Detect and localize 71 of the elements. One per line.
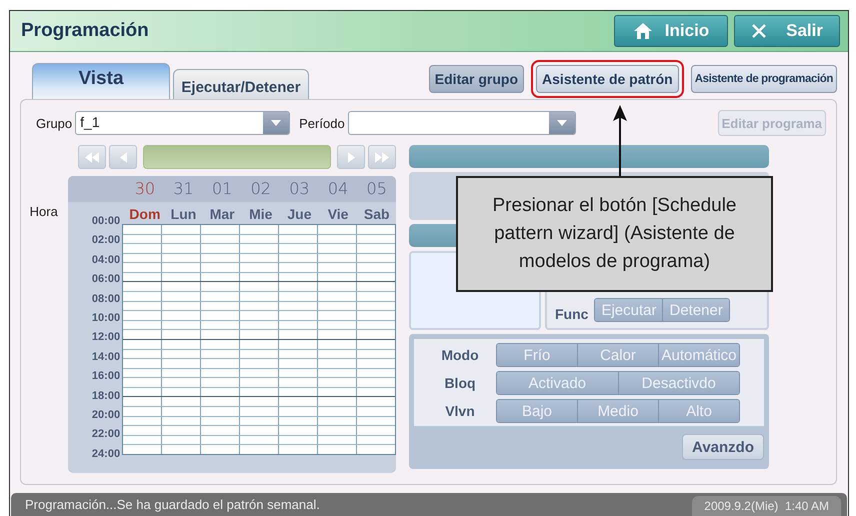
setting-label: Vlvn <box>444 403 476 419</box>
callout-text: Presionar el botón [Schedule pattern wizard] (Asistente de modelos de programa) <box>492 194 738 274</box>
weekday-label: Dom <box>128 205 162 224</box>
last-button[interactable] <box>368 145 396 169</box>
option-button[interactable]: Frío <box>497 344 578 366</box>
right-arrow-icon <box>348 152 354 162</box>
time-label: 06:00 <box>92 273 120 286</box>
day-date: 05 <box>366 178 388 200</box>
time-label: 22:00 <box>92 428 120 440</box>
previous-button[interactable] <box>109 145 137 169</box>
time-label: 18:00 <box>92 390 120 402</box>
exit-button[interactable]: Salir <box>734 15 840 47</box>
window-title: Programación <box>21 20 149 42</box>
hour-label: Hora <box>28 203 59 221</box>
schedule-grid[interactable] <box>122 224 396 455</box>
time-label: 04:00 <box>92 254 120 266</box>
time-label: 08:00 <box>92 292 120 305</box>
house-icon <box>632 22 653 40</box>
option-button[interactable]: Automático <box>659 344 739 366</box>
day-date: 31 <box>172 178 195 200</box>
double-right-arrow-icon <box>375 152 389 162</box>
weekday-label: Mar <box>208 205 236 224</box>
setting-label: Func <box>555 306 588 322</box>
tab[interactable]: Vista <box>32 63 170 99</box>
field-label: Grupo <box>36 116 72 130</box>
weekday-label: Jue <box>286 205 312 224</box>
close-icon <box>751 23 767 39</box>
weekday-label: Sab <box>362 205 391 224</box>
time-label: 16:00 <box>92 370 120 382</box>
first-button[interactable] <box>78 145 106 169</box>
time-label: 12:00 <box>92 331 120 344</box>
advanced-button[interactable]: Avanzdo <box>682 434 764 460</box>
day-date: 04 <box>326 178 350 200</box>
weekday-label: Lun <box>170 205 198 224</box>
time-label: 14:00 <box>92 350 120 363</box>
dropdown-arrow-icon <box>556 120 567 126</box>
option-button[interactable]: Ejecutar <box>595 299 664 321</box>
double-left-arrow-icon <box>85 152 99 162</box>
group-dropdown[interactable]: f_1 <box>75 111 290 135</box>
option-button[interactable]: Activado <box>497 372 618 394</box>
option-button[interactable]: Detener <box>663 299 729 321</box>
status-message: Programación...Se ha guardado el patrón semanal. <box>25 497 320 512</box>
time-label: 24:00 <box>92 448 120 460</box>
day-date: 02 <box>250 178 272 200</box>
next-button[interactable] <box>337 145 365 169</box>
time-label: 00:00 <box>92 215 120 227</box>
option-button[interactable]: Bajo <box>497 400 578 422</box>
date-time: 2009.9.2(Mie) 1:40 AM <box>692 496 841 516</box>
toolbar-button[interactable]: Editar grupo <box>428 65 524 93</box>
day-date: 01 <box>210 178 234 200</box>
tab[interactable]: Ejecutar/Detener <box>173 69 309 99</box>
time-label: 02:00 <box>92 234 120 246</box>
setting-label: Modo <box>440 347 480 363</box>
weekday-label: Vie <box>326 205 350 224</box>
weekday-label: Mie <box>248 205 274 224</box>
toolbar-button[interactable]: Asistente de programación <box>690 65 837 93</box>
option-button[interactable]: Medio <box>578 400 659 422</box>
period-dropdown[interactable] <box>348 111 576 135</box>
toolbar-button[interactable]: Asistente de patrón <box>536 65 679 93</box>
option-button[interactable]: Calor <box>578 344 659 366</box>
dropdown-arrow-icon <box>271 120 282 126</box>
left-arrow-icon <box>120 152 126 162</box>
day-date: 30 <box>134 178 156 200</box>
option-button[interactable]: Alto <box>659 400 739 422</box>
day-date: 03 <box>288 178 311 200</box>
home-button[interactable]: Inicio <box>614 15 728 47</box>
time-label: 10:00 <box>92 312 120 324</box>
field-label: Período <box>299 116 345 130</box>
time-label: 20:00 <box>92 409 120 422</box>
option-button[interactable]: Desactivdo <box>618 372 739 394</box>
setting-label: Bloq <box>443 375 477 391</box>
